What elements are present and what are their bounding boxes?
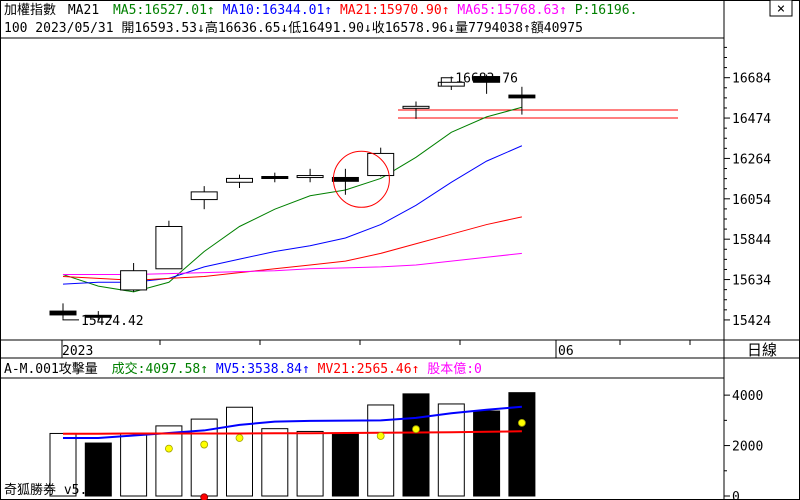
- volume-bar: [331, 432, 359, 497]
- volume-marker-dot: [200, 440, 209, 449]
- candle-body: [508, 94, 536, 99]
- candle-body: [155, 225, 183, 270]
- volume-marker-dot: [518, 418, 526, 427]
- volume-tick-label: 4000: [732, 389, 763, 404]
- low-annotation: 15424.42: [81, 314, 144, 329]
- price-tick-label: 15634: [732, 274, 771, 289]
- volume-bar: [367, 404, 395, 497]
- volume-tick-label: 2000: [732, 440, 763, 455]
- candle-body: [296, 175, 324, 179]
- close-icon: ×: [777, 1, 785, 17]
- volume-marker-dot: [376, 432, 385, 440]
- volume-bar: [120, 433, 148, 497]
- volume-bar: [437, 403, 465, 497]
- volume-marker-dot: [235, 434, 244, 442]
- price-tick-label: 16264: [732, 152, 771, 167]
- candle-body: [49, 310, 77, 316]
- price-info-line: 加權指數 MA21 MA5:16527.01↑ MA10:16344.01↑ M…: [4, 3, 637, 18]
- price-tick-label: 16474: [732, 112, 771, 127]
- period-selector[interactable]: 日線: [747, 341, 777, 359]
- candle-body: [331, 176, 359, 182]
- outer-frame: [0, 0, 800, 500]
- volume-marker-dot: [412, 425, 420, 434]
- volume-bar: [226, 406, 253, 497]
- volume-marker-dot: [164, 444, 173, 453]
- volume-bar: [261, 428, 289, 497]
- candle-body: [190, 191, 218, 201]
- price-tick-label: 15424: [732, 314, 771, 329]
- brand-footer: 奇狐勝券 v5.2: [4, 482, 95, 498]
- price-tick-label: 16684: [732, 72, 771, 87]
- volume-info-line: A-M.001攻擊量 成交:4097.58↑ MV5:3538.84↑ MV21…: [4, 361, 482, 377]
- price-tick-label: 16054: [732, 193, 771, 208]
- close-button[interactable]: ×: [769, 0, 793, 17]
- volume-signal-dot: [200, 493, 209, 500]
- volume-bar: [402, 393, 430, 497]
- high-annotation: 16683.76: [455, 72, 518, 87]
- volume-bar: [155, 425, 183, 497]
- candle-body: [120, 270, 148, 291]
- price-tick-label: 15844: [732, 233, 771, 248]
- candle-body: [367, 152, 395, 177]
- candle-body: [226, 177, 253, 183]
- ohlc-info-line: 100 2023/05/31 開16593.53↓高16636.65↓低1649…: [4, 20, 583, 36]
- volume-bar: [473, 410, 501, 497]
- volume-tick-label: 0: [732, 490, 740, 500]
- date-tick-label: 2023: [62, 344, 93, 359]
- date-tick-label: 06: [558, 344, 574, 359]
- candle-body: [261, 176, 289, 180]
- candle-body: [402, 105, 430, 109]
- volume-bar: [296, 430, 324, 497]
- stock-chart: 加權指數 MA21 MA5:16527.01↑ MA10:16344.01↑ M…: [0, 0, 800, 500]
